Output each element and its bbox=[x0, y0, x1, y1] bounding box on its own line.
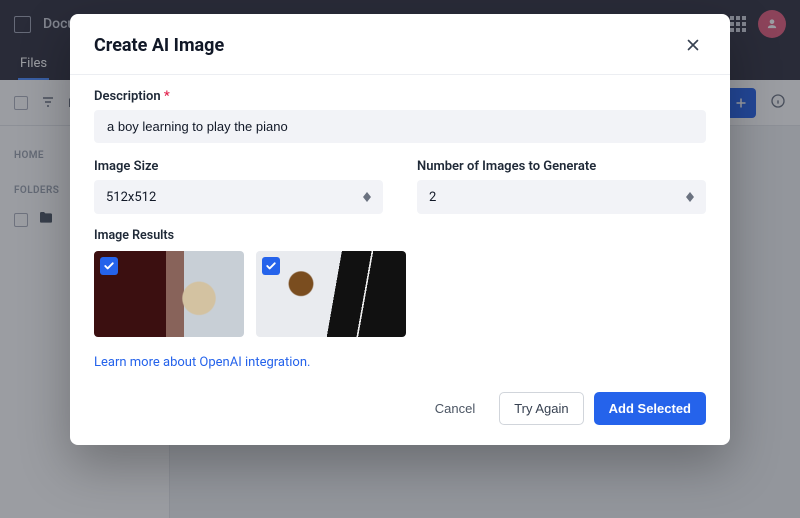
learn-more-link[interactable]: Learn more about OpenAI integration. bbox=[94, 355, 310, 370]
close-icon bbox=[684, 36, 702, 54]
image-size-value: 512x512 bbox=[106, 190, 363, 205]
image-results bbox=[94, 251, 706, 337]
result-checkbox[interactable] bbox=[100, 257, 118, 275]
result-image-1[interactable] bbox=[94, 251, 244, 337]
num-images-label: Number of Images to Generate bbox=[417, 159, 706, 174]
modal-body: Description * Image Size 512x512 bbox=[70, 75, 730, 378]
image-results-label: Image Results bbox=[94, 228, 706, 243]
try-again-button[interactable]: Try Again bbox=[499, 392, 583, 425]
result-image-2[interactable] bbox=[256, 251, 406, 337]
modal-title: Create AI Image bbox=[94, 35, 224, 56]
caret-up-down-icon bbox=[686, 192, 694, 202]
image-size-select[interactable]: 512x512 bbox=[94, 180, 383, 214]
modal-footer: Cancel Try Again Add Selected bbox=[70, 378, 730, 445]
field-num-images: Number of Images to Generate 2 bbox=[417, 159, 706, 214]
result-checkbox[interactable] bbox=[262, 257, 280, 275]
modal-header: Create AI Image bbox=[70, 14, 730, 75]
modal-overlay: Create AI Image Description * Image Size bbox=[0, 0, 800, 518]
required-indicator: * bbox=[164, 89, 170, 104]
num-images-value: 2 bbox=[429, 190, 686, 205]
field-description: Description * bbox=[94, 89, 706, 143]
description-label: Description * bbox=[94, 89, 706, 104]
cancel-button[interactable]: Cancel bbox=[421, 393, 489, 424]
caret-up-down-icon bbox=[363, 192, 371, 202]
close-button[interactable] bbox=[680, 32, 706, 58]
description-input[interactable] bbox=[94, 110, 706, 143]
modal-create-ai-image: Create AI Image Description * Image Size bbox=[70, 14, 730, 445]
image-size-label: Image Size bbox=[94, 159, 383, 174]
add-selected-button[interactable]: Add Selected bbox=[594, 392, 706, 425]
num-images-select[interactable]: 2 bbox=[417, 180, 706, 214]
field-image-size: Image Size 512x512 bbox=[94, 159, 383, 214]
